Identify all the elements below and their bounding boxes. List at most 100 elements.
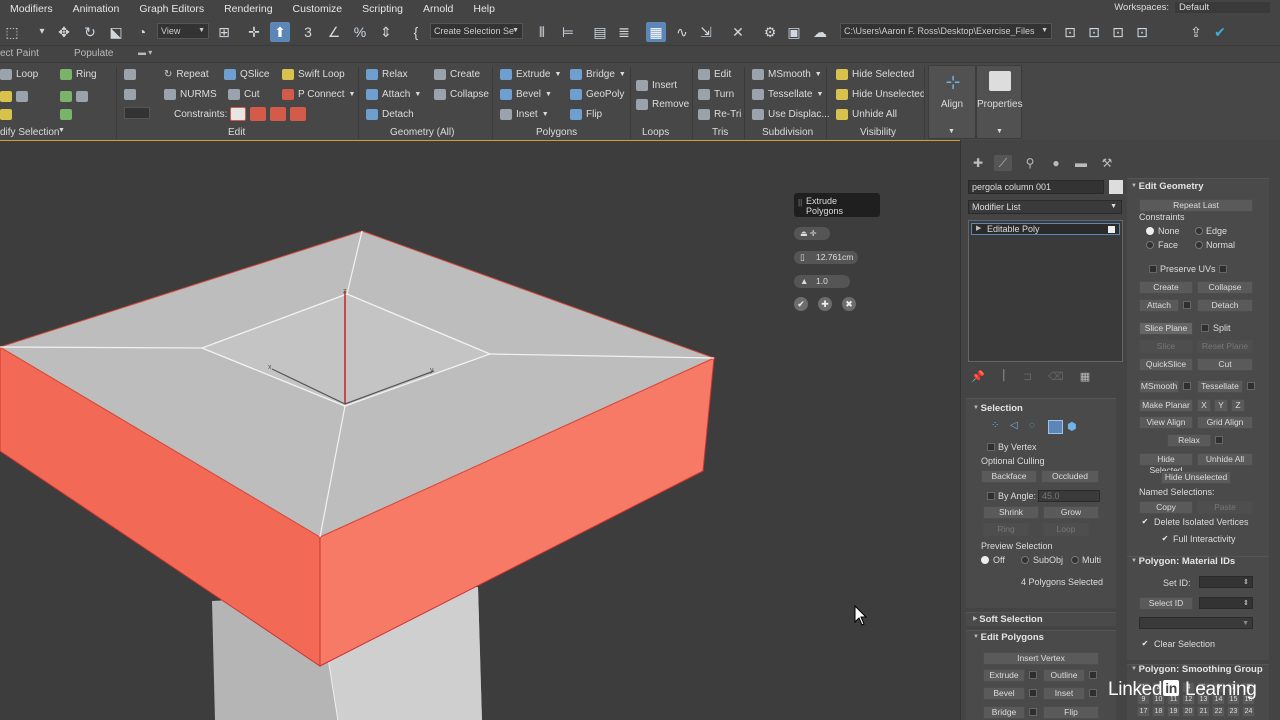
hide-selected-button[interactable]: Hide Selected [1139, 453, 1193, 475]
preview-multi-radio[interactable] [1071, 556, 1079, 564]
grid-align-button[interactable]: Grid Align [1197, 416, 1253, 429]
menu-rendering[interactable]: Rendering [224, 3, 272, 15]
group-loops[interactable]: Loops [642, 127, 669, 138]
quickslice-button[interactable]: QuickSlice [1139, 358, 1193, 371]
bevel-button[interactable]: Bevel ▼ [500, 89, 552, 100]
edit-geometry-header[interactable]: Edit Geometry [1131, 181, 1204, 192]
rotate-icon[interactable]: ↻ [80, 22, 100, 42]
smoothing-groups-header[interactable]: Polygon: Smoothing Group [1131, 664, 1263, 675]
edit-named-selection-icon[interactable]: { [406, 22, 426, 42]
pin-stack-icon[interactable]: 📌 [971, 370, 985, 383]
motion-tab-icon[interactable]: ● [1047, 155, 1065, 171]
cut-button[interactable]: Cut [228, 89, 260, 100]
constraint-none-radio[interactable] [1146, 227, 1154, 235]
polygon-level-icon[interactable] [1048, 420, 1063, 434]
group-geometry-all[interactable]: Geometry (All) [390, 127, 454, 138]
qslice-button[interactable]: QSlice [224, 69, 269, 80]
smoothing-group-button[interactable]: 24 [1242, 706, 1255, 717]
by-angle-spinner[interactable]: 45.0 [1038, 490, 1100, 502]
unhide-all-button[interactable]: Unhide All [1197, 453, 1253, 466]
tessellate-settings-icon[interactable] [1247, 382, 1255, 390]
border-level-icon[interactable]: ◌ [1029, 420, 1044, 434]
object-color-swatch[interactable] [1109, 180, 1123, 194]
extrusion-amount-field[interactable]: ▲ 1.0 [794, 275, 850, 288]
menu-scripting[interactable]: Scripting [362, 3, 403, 15]
curve-editor-icon[interactable]: ∿ [672, 22, 692, 42]
workspaces-dropdown[interactable]: Default [1175, 2, 1270, 13]
properties-button[interactable]: Properties ▼ [976, 65, 1023, 139]
preserve-uvs-icon[interactable] [124, 69, 136, 80]
menu-graph-editors[interactable]: Graph Editors [139, 3, 204, 15]
insert-vertex-button[interactable]: Insert Vertex [983, 652, 1099, 665]
cancel-x-icon[interactable]: ✖ [842, 297, 856, 311]
chevron-down-icon[interactable]: ▼ [58, 127, 65, 134]
constraint-none-icon[interactable] [230, 107, 246, 121]
repeat-last-button[interactable]: Repeat Last [1139, 199, 1253, 212]
tessellate-button[interactable]: Tessellate [1197, 380, 1243, 393]
constraint-face-radio[interactable] [1146, 241, 1154, 249]
backface-button[interactable]: Backface [981, 470, 1037, 483]
display-tab-icon[interactable]: ▬ [1072, 155, 1090, 171]
planar-y-button[interactable]: Y [1214, 399, 1228, 412]
collapse-button[interactable]: Collapse [434, 89, 489, 100]
insert-button[interactable]: Insert [636, 80, 677, 91]
selection-rollout-header[interactable]: Selection [973, 403, 1023, 414]
attach-list-icon[interactable] [1183, 301, 1191, 309]
material-name-dropdown[interactable]: ▼ [1139, 617, 1253, 629]
smoothing-group-button[interactable]: 18 [1152, 706, 1165, 717]
group-subdivision[interactable]: Subdivision [762, 127, 813, 138]
geopoly-button[interactable]: GeoPoly [570, 89, 624, 100]
extrude-settings-icon[interactable] [1029, 671, 1037, 679]
archive-icon[interactable]: ⊡ [1132, 22, 1152, 42]
select-filter-icon[interactable]: ▾ [36, 22, 48, 42]
configure-modifier-sets-icon[interactable]: ▦ [1080, 370, 1090, 383]
ribbon-options-icon[interactable]: ▬ ▾ [138, 48, 152, 57]
angle-snap-icon[interactable]: ∠ [324, 22, 344, 42]
project-folder-dropdown[interactable]: C:\Users\Aaron F. Ross\Desktop\Exercise_… [840, 23, 1052, 39]
smoothing-group-button[interactable]: 17 [1137, 706, 1150, 717]
inset-settings-icon[interactable] [1089, 689, 1097, 697]
constraint-edge-radio[interactable] [1195, 227, 1203, 235]
show-end-result-icon[interactable]: ⏐ [1001, 370, 1007, 383]
hide-unselected-button[interactable]: Hide Unselected [1161, 471, 1231, 484]
edit-polygons-header[interactable]: Edit Polygons [973, 632, 1044, 643]
group-tris[interactable]: Tris [712, 127, 728, 138]
planar-z-button[interactable]: Z [1231, 399, 1245, 412]
hide-unselected-button[interactable]: Hide Unselected [836, 89, 925, 100]
flip-button[interactable]: Flip [570, 109, 602, 120]
smoothing-group-button[interactable]: 22 [1212, 706, 1225, 717]
clear-selection-checkbox[interactable]: ✔ [1141, 640, 1149, 648]
occluded-button[interactable]: Occluded [1041, 470, 1099, 483]
scale-icon[interactable]: ⬕ [106, 22, 126, 42]
bridge-settings-icon[interactable] [1029, 708, 1037, 716]
stack-item-editable-poly[interactable]: ▶ Editable Poly [971, 223, 1120, 235]
constraint-face-icon[interactable] [270, 107, 286, 121]
create-button[interactable]: Create [434, 69, 480, 80]
preview-off-radio[interactable] [981, 556, 989, 564]
tab-selection-paint[interactable]: ect Paint [0, 48, 39, 59]
align-icon[interactable]: ⊨ [558, 22, 578, 42]
select-id-button[interactable]: Select ID [1139, 597, 1193, 610]
keyboard-shortcut-override-icon[interactable]: ⬆ [270, 22, 290, 42]
perspective-viewport[interactable]: z x y Extrude Polygons ⏏ ✛ ▯12.761cm ▲1.… [0, 140, 960, 720]
constraint-buttons[interactable] [230, 107, 306, 121]
set-id-spinner[interactable]: ⇕ [1199, 576, 1253, 588]
group-edit[interactable]: Edit [228, 127, 245, 138]
edit-tris-button[interactable]: Edit [698, 69, 731, 80]
unhide-all-button[interactable]: Unhide All [836, 109, 897, 120]
smoothing-group-button[interactable]: 20 [1182, 706, 1195, 717]
spinner-snap-icon[interactable]: ⇕ [376, 22, 396, 42]
bridge-button[interactable]: Bridge [983, 706, 1025, 719]
tab-populate[interactable]: Populate [74, 48, 113, 59]
remove-modifier-icon[interactable]: ⌫ [1048, 370, 1064, 383]
sync-icon[interactable]: ⇪ [1186, 22, 1206, 42]
bridge-button[interactable]: Bridge ▼ [570, 69, 626, 80]
relax-button[interactable]: Relax [366, 69, 408, 80]
extrude-button[interactable]: Extrude [983, 669, 1025, 682]
preserve-uvs-settings-icon[interactable] [1219, 265, 1227, 273]
checkmark-icon[interactable]: ✔ [1210, 22, 1230, 42]
material-ids-header[interactable]: Polygon: Material IDs [1131, 556, 1236, 567]
cut-button[interactable]: Cut [1197, 358, 1253, 371]
bevel-settings-icon[interactable] [1029, 689, 1037, 697]
msmooth-button[interactable]: MSmooth [1139, 380, 1179, 393]
